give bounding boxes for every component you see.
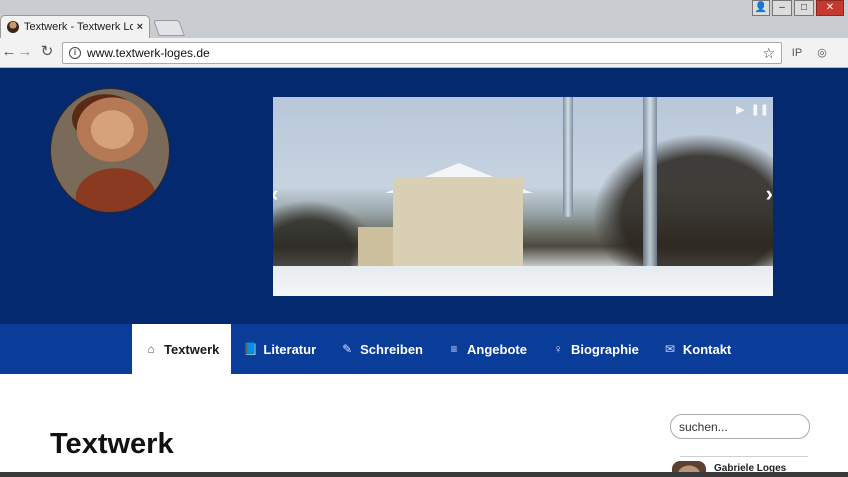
window-bottom-edge	[0, 472, 848, 477]
browser-titlebar: 👤 – □ ✕ Textwerk - Textwerk Loge ×	[0, 0, 848, 38]
home-icon: ⌂	[147, 342, 155, 356]
main-navigation: ⌂ Textwerk 📘 Literatur ✎ Schreiben ≡ Ang…	[0, 324, 848, 374]
forward-icon[interactable]: →	[16, 43, 34, 61]
window-controls: 👤 – □ ✕	[752, 0, 844, 18]
new-tab-button[interactable]	[153, 20, 185, 36]
nav-item-label: Angebote	[467, 341, 527, 357]
nav-item-biographie[interactable]: ♀ Biographie	[539, 324, 651, 374]
nav-item-textwerk[interactable]: ⌂ Textwerk	[132, 324, 232, 374]
book-icon: 📘	[243, 342, 259, 356]
slider-prev-icon[interactable]: ‹	[273, 183, 278, 205]
site-info-icon[interactable]: i	[69, 47, 81, 59]
nav-items: ⌂ Textwerk 📘 Literatur ✎ Schreiben ≡ Ang…	[132, 324, 743, 374]
avatar	[50, 88, 170, 213]
bookmark-star-icon[interactable]: ☆	[762, 45, 775, 62]
url-text[interactable]: www.textwerk-loges.de	[87, 46, 762, 60]
close-window-button[interactable]: ✕	[816, 0, 844, 16]
slider-controls: ▶ ❚❚	[736, 103, 769, 116]
maximize-button[interactable]: □	[794, 0, 814, 16]
play-icon[interactable]: ▶	[736, 103, 744, 116]
site-header: ‹ › ▶ ❚❚	[0, 68, 848, 324]
pencil-icon: ✎	[342, 342, 353, 356]
tab-title: Textwerk - Textwerk Loge	[24, 21, 133, 33]
nav-item-label: Literatur	[263, 341, 317, 357]
slider-snow	[273, 266, 773, 296]
nav-item-schreiben[interactable]: ✎ Schreiben	[328, 324, 435, 374]
user-icon[interactable]: 👤	[752, 0, 770, 16]
reload-icon[interactable]: ↻	[38, 43, 56, 61]
image-slider[interactable]: ‹ › ▶ ❚❚	[273, 97, 773, 296]
address-bar[interactable]: i www.textwerk-loges.de ☆	[62, 42, 782, 64]
slider-next-icon[interactable]: ›	[766, 183, 773, 205]
slider-icicle	[643, 97, 657, 287]
target-extension-icon[interactable]: ◎	[814, 45, 830, 61]
slider-house	[393, 177, 523, 267]
nav-item-label: Textwerk	[164, 341, 220, 357]
pause-icon[interactable]: ❚❚	[751, 103, 769, 116]
nav-item-label: Biographie	[570, 341, 639, 357]
nav-item-kontakt[interactable]: ✉ Kontakt	[651, 324, 743, 374]
ip-extension-icon[interactable]: IP	[789, 45, 805, 61]
envelope-icon: ✉	[664, 342, 675, 356]
tab-close-icon[interactable]: ×	[137, 21, 143, 33]
favicon-icon	[7, 21, 19, 33]
minimize-button[interactable]: –	[772, 0, 792, 16]
slider-icicle	[563, 97, 573, 217]
nav-item-angebote[interactable]: ≡ Angebote	[435, 324, 539, 374]
lightbulb-icon: ♀	[553, 342, 563, 356]
browser-tab[interactable]: Textwerk - Textwerk Loge ×	[0, 15, 150, 38]
sidebar-divider	[680, 456, 808, 457]
browser-toolbar: ← → ↻ i www.textwerk-loges.de ☆ IP ◎	[0, 38, 848, 68]
nav-item-label: Schreiben	[360, 341, 423, 357]
page-title: Textwerk	[50, 428, 174, 460]
nav-item-label: Kontakt	[682, 341, 732, 357]
database-icon: ≡	[450, 342, 458, 356]
nav-item-literatur[interactable]: 📘 Literatur	[231, 324, 328, 374]
search-input[interactable]	[670, 414, 810, 439]
